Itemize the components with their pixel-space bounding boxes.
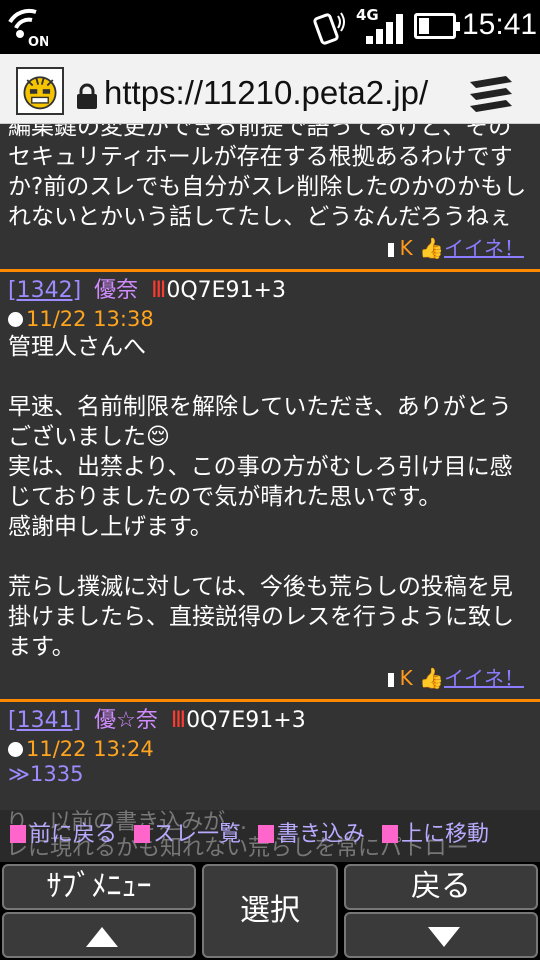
square-icon: [258, 825, 275, 843]
post-1341: [1341] 優☆奈 Ⅲ0Q7E91+3 11/22 13:24 ≫1335: [0, 702, 540, 786]
thumbs-up-icon: 👍: [419, 236, 444, 260]
post-body-4: 荒らし撲滅に対しては、今後も荒らしの投稿を見掛けましたら、直接説得のレスを行うよ…: [8, 574, 514, 660]
post-1342: [1342] 優奈 Ⅲ0Q7E91+3 11/22 13:38 管理人さんへ 早…: [0, 272, 540, 691]
thread-list-link[interactable]: スレ一覧: [134, 822, 241, 847]
vibrate-icon: [313, 12, 345, 45]
post-header: [1342] 優奈 Ⅲ0Q7E91+3: [0, 272, 540, 306]
nfc-label: ON: [28, 35, 48, 48]
post-header: [1341] 優☆奈 Ⅲ0Q7E91+3: [0, 702, 540, 736]
nice-link[interactable]: イイネ！: [444, 666, 524, 690]
battery-icon: [414, 13, 460, 39]
poster-id: 0Q7E91+3: [186, 708, 306, 733]
scroll-up-button[interactable]: [2, 912, 196, 958]
post-body: 編集鍵の変更ができる前提で語ってるけど、そのセキュリティホールが存在する根拠ある…: [8, 124, 527, 230]
thread-list-label: スレ一覧: [153, 822, 242, 847]
scroll-top-label: 上に移動: [401, 822, 490, 847]
post-body-2-text: 早速、名前制限を解除していただき、ありがとうございました: [8, 394, 512, 450]
angry-face-icon[interactable]: [16, 67, 64, 115]
post-prev: 編集鍵の変更ができる前提で語ってるけど、そのセキュリティホールが存在する根拠ある…: [0, 124, 540, 261]
post-date-text: 11/22 13:38: [26, 307, 154, 331]
clock-icon: [8, 312, 23, 327]
signal-icon: [366, 14, 403, 44]
soft-keys: ｻﾌﾞﾒﾆｭｰ 選択 戻る: [0, 862, 540, 960]
post-footer: K 👍イイネ！: [0, 232, 540, 261]
square-icon: [382, 825, 399, 843]
status-bar: ON 4G 15:41: [0, 0, 540, 54]
post-date: 11/22 13:38: [0, 306, 540, 332]
nfc-icon: ON: [8, 8, 48, 48]
arrow-down-icon: [428, 927, 460, 947]
poster-id: 0Q7E91+3: [166, 278, 286, 303]
id-icon: Ⅲ: [151, 278, 167, 303]
nice-link[interactable]: イイネ！: [444, 236, 524, 260]
post-date: 11/22 13:24: [0, 736, 540, 762]
clock-icon: [8, 742, 23, 757]
scroll-top-link[interactable]: 上に移動: [382, 822, 489, 847]
k-label: K: [399, 666, 413, 690]
scroll-down-button[interactable]: [344, 912, 538, 958]
k-marker-icon: [387, 672, 394, 687]
poster-name: 優☆奈: [94, 708, 158, 733]
square-icon: [134, 825, 151, 843]
footer-nav: り、以前の書き込みが… レに現れるかも知れない荒らしを常にパトロー 前に戻る ス…: [0, 810, 540, 862]
footer-links: 前に戻る スレ一覧 書き込み 上に移動: [10, 816, 499, 848]
poster-name: 優奈: [94, 278, 139, 303]
smile-emoji-icon: 😌: [146, 424, 170, 450]
k-label: K: [399, 236, 413, 260]
prev-page-link[interactable]: 前に戻る: [10, 822, 117, 847]
reply-anchor[interactable]: ≫1335: [0, 762, 540, 786]
browser-url-bar: https://11210.peta2.jp/: [0, 54, 540, 124]
url-field[interactable]: https://11210.peta2.jp/: [104, 74, 460, 112]
post-number[interactable]: [1341]: [8, 708, 81, 733]
square-icon: [10, 825, 26, 843]
post-body-2: 早速、名前制限を解除していただき、ありがとうございました😌: [0, 392, 540, 452]
post-date-text: 11/22 13:24: [26, 737, 154, 761]
arrow-up-icon: [86, 927, 118, 947]
submenu-button[interactable]: ｻﾌﾞﾒﾆｭｰ: [2, 864, 196, 910]
prev-page-label: 前に戻る: [29, 822, 118, 847]
id-icon: Ⅲ: [170, 708, 187, 733]
post-body-1: 管理人さんへ: [8, 334, 146, 360]
back-button[interactable]: 戻る: [344, 864, 538, 910]
lock-icon: [77, 83, 97, 109]
k-marker-icon: [387, 242, 394, 257]
post-body-3: 実は、出禁より、この事の方がむしろ引け目に感じておりましたので気が晴れた思いです…: [8, 454, 513, 540]
clock: 15:41: [462, 8, 538, 41]
select-button[interactable]: 選択: [202, 864, 338, 958]
thumbs-up-icon: 👍: [419, 666, 444, 690]
menu-icon[interactable]: [466, 74, 516, 116]
write-label: 書き込み: [277, 822, 366, 847]
thread-content[interactable]: 編集鍵の変更ができる前提で語ってるけど、そのセキュリティホールが存在する根拠ある…: [0, 124, 540, 810]
post-footer: K 👍イイネ！: [0, 662, 540, 691]
write-link[interactable]: 書き込み: [258, 822, 365, 847]
post-number[interactable]: [1342]: [8, 278, 81, 303]
